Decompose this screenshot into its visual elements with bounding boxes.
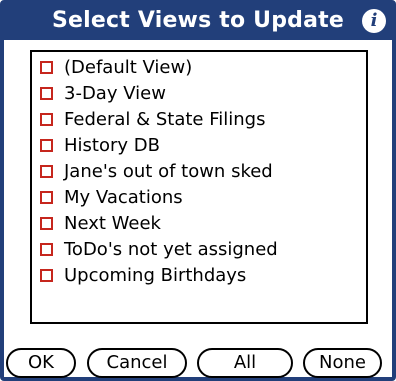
- list-item-default-view[interactable]: (Default View): [32, 56, 362, 82]
- list-item-my-vacations[interactable]: My Vacations: [32, 186, 362, 212]
- checkbox[interactable]: [40, 113, 53, 126]
- list-item-label: 3-Day View: [64, 83, 166, 104]
- select-views-dialog: Select Views to Update i (Default View) …: [0, 0, 396, 381]
- cancel-button[interactable]: Cancel: [87, 348, 187, 378]
- list-item-upcoming-birthdays[interactable]: Upcoming Birthdays: [32, 264, 362, 290]
- ok-button[interactable]: OK: [6, 348, 76, 378]
- list-item-label: My Vacations: [64, 187, 183, 208]
- checkbox[interactable]: [40, 217, 53, 230]
- views-list: (Default View) 3-Day View Federal & Stat…: [30, 50, 368, 324]
- checkbox[interactable]: [40, 61, 53, 74]
- dialog-title: Select Views to Update: [52, 8, 344, 33]
- checkbox[interactable]: [40, 269, 53, 282]
- list-item-janes-out-of-town[interactable]: Jane's out of town sked: [32, 160, 362, 186]
- title-bar: Select Views to Update i: [4, 4, 392, 40]
- list-item-label: Jane's out of town sked: [64, 161, 273, 182]
- list-item-3-day-view[interactable]: 3-Day View: [32, 82, 362, 108]
- list-item-label: ToDo's not yet assigned: [64, 239, 278, 260]
- list-item-next-week[interactable]: Next Week: [32, 212, 362, 238]
- list-item-label: (Default View): [64, 57, 193, 78]
- checkbox[interactable]: [40, 243, 53, 256]
- list-item-label: Federal & State Filings: [64, 109, 266, 130]
- info-icon[interactable]: i: [362, 9, 386, 33]
- checkbox[interactable]: [40, 165, 53, 178]
- all-button[interactable]: All: [197, 348, 293, 378]
- checkbox[interactable]: [40, 87, 53, 100]
- list-item-label: Next Week: [64, 213, 161, 234]
- list-item-label: Upcoming Birthdays: [64, 265, 247, 286]
- none-button[interactable]: None: [303, 348, 382, 378]
- checkbox[interactable]: [40, 191, 53, 204]
- list-item-todos-not-assigned[interactable]: ToDo's not yet assigned: [32, 238, 362, 264]
- list-item-label: History DB: [64, 135, 160, 156]
- list-item-history-db[interactable]: History DB: [32, 134, 362, 160]
- list-item-federal-state-filings[interactable]: Federal & State Filings: [32, 108, 362, 134]
- checkbox[interactable]: [40, 139, 53, 152]
